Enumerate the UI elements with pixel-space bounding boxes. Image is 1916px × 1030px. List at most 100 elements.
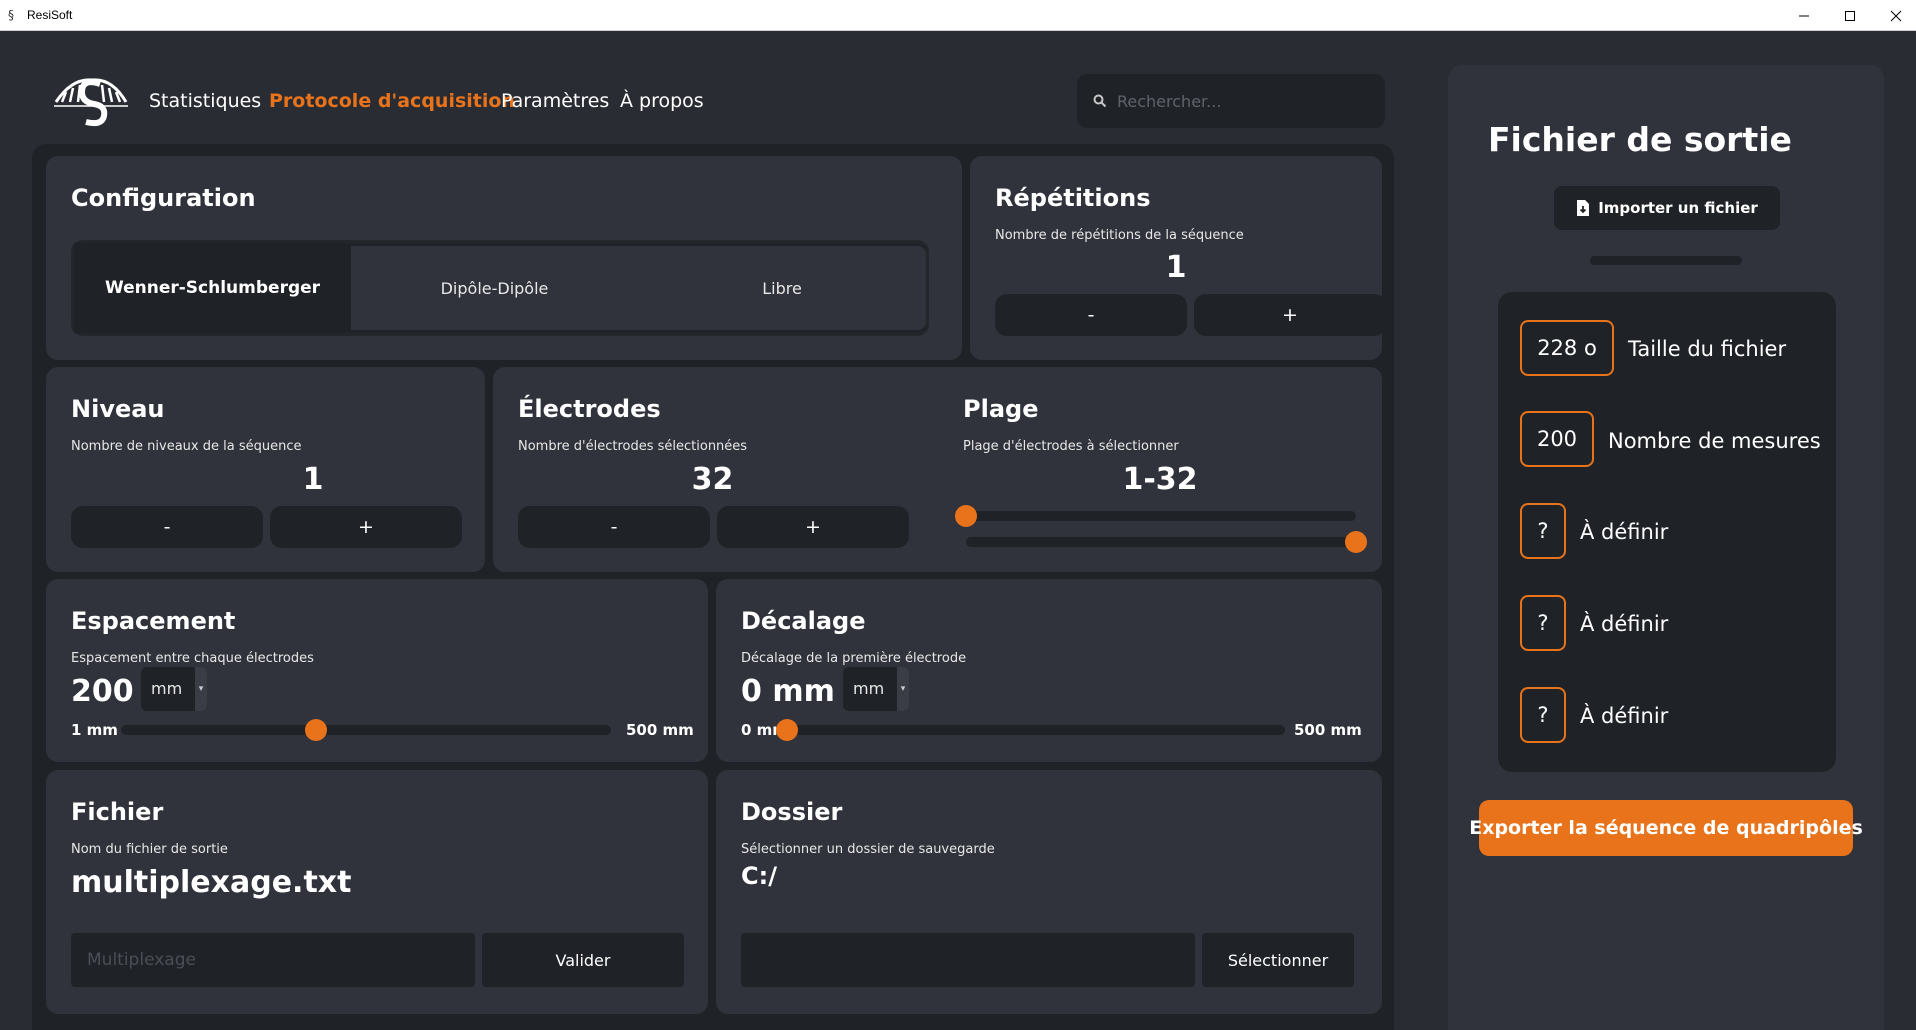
niveau-subtitle: Nombre de niveaux de la séquence xyxy=(71,439,302,454)
electrodes-title: Électrodes xyxy=(518,395,661,423)
decalage-card: Décalage Décalage de la première électro… xyxy=(716,579,1382,762)
selectionner-button[interactable]: Sélectionner xyxy=(1202,933,1354,987)
fichier-title: Fichier xyxy=(71,798,164,826)
electrodes-plus-button[interactable]: + xyxy=(717,506,909,548)
plage-min-slider-thumb[interactable] xyxy=(955,505,977,527)
config-option-libre[interactable]: Libre xyxy=(638,243,926,333)
repetitions-title: Répétitions xyxy=(995,184,1151,212)
nav-parametres[interactable]: Paramètres xyxy=(501,90,609,112)
nav-a-propos[interactable]: À propos xyxy=(620,90,704,112)
decalage-slider-thumb[interactable] xyxy=(776,719,798,741)
plage-card: Plage Plage d'électrodes à sélectionner … xyxy=(938,367,1382,572)
output-stats: 228 o Taille du fichier 200 Nombre de me… xyxy=(1498,292,1836,772)
dossier-value: C:/ xyxy=(741,862,777,890)
valider-button[interactable]: Valider xyxy=(482,933,684,987)
stat-undefined-2-label: À définir xyxy=(1580,612,1669,636)
repetitions-plus-button[interactable]: + xyxy=(1194,294,1386,336)
decalage-title: Décalage xyxy=(741,607,866,635)
plage-title: Plage xyxy=(963,395,1039,423)
stat-file-size-label: Taille du fichier xyxy=(1628,337,1787,361)
stat-measures-label: Nombre de mesures xyxy=(1608,429,1821,453)
maximize-icon xyxy=(1845,10,1855,21)
espacement-title: Espacement xyxy=(71,607,236,635)
config-option-dipole-dipole[interactable]: Dipôle-Dipôle xyxy=(351,243,638,333)
chevron-down-icon: ▾ xyxy=(897,667,909,711)
espacement-slider-thumb[interactable] xyxy=(305,719,328,741)
decalage-max-label: 500 mm xyxy=(1294,721,1362,739)
nav-protocole-acquisition[interactable]: Protocole d'acquisition xyxy=(269,90,515,112)
electrodes-subtitle: Nombre d'électrodes sélectionnées xyxy=(518,439,748,454)
search-input[interactable] xyxy=(1117,84,1367,118)
decalage-unit-select[interactable]: mm ▾ xyxy=(843,667,909,711)
import-file-button[interactable]: Importer un fichier xyxy=(1554,186,1780,230)
stat-undefined-3-value: ? xyxy=(1520,687,1566,743)
espacement-unit-select[interactable]: mm ▾ xyxy=(141,667,207,711)
decalage-value: 0 mm xyxy=(741,674,835,709)
fichier-subtitle: Nom du fichier de sortie xyxy=(71,842,228,857)
search-icon xyxy=(1093,94,1107,108)
decalage-slider-track[interactable] xyxy=(787,725,1285,735)
plage-subtitle: Plage d'électrodes à sélectionner xyxy=(963,439,1179,454)
nav-statistiques[interactable]: Statistiques xyxy=(149,90,261,112)
niveau-minus-button[interactable]: - xyxy=(71,506,263,548)
repetitions-minus-button[interactable]: - xyxy=(995,294,1187,336)
fichier-name-input[interactable] xyxy=(71,933,475,987)
espacement-card: Espacement Espacement entre chaque élect… xyxy=(46,579,708,762)
app-icon: § xyxy=(8,8,14,22)
plage-max-slider-track[interactable] xyxy=(966,537,1356,547)
decalage-unit-value: mm xyxy=(853,679,885,698)
stat-undefined-1-value: ? xyxy=(1520,503,1566,559)
import-file-label: Importer un fichier xyxy=(1598,199,1758,217)
export-sequence-button[interactable]: Exporter la séquence de quadripôles xyxy=(1469,800,1863,856)
configuration-title: Configuration xyxy=(71,184,256,212)
stat-undefined-2-value: ? xyxy=(1520,595,1566,651)
fichier-value: multiplexage.txt xyxy=(71,865,352,900)
plage-min-slider-track[interactable] xyxy=(966,511,1356,521)
maximize-button[interactable] xyxy=(1827,0,1873,31)
minimize-button[interactable] xyxy=(1781,0,1827,31)
espacement-subtitle: Espacement entre chaque électrodes xyxy=(71,651,314,666)
config-option-wenner-schlumberger[interactable]: Wenner-Schlumberger xyxy=(74,243,351,333)
logo-icon xyxy=(54,78,128,127)
decalage-subtitle: Décalage de la première électrode xyxy=(741,651,967,666)
niveau-plus-button[interactable]: + xyxy=(270,506,462,548)
electrodes-minus-button[interactable]: - xyxy=(518,506,710,548)
plage-max-slider-thumb[interactable] xyxy=(1345,531,1367,553)
repetitions-card: Répétitions Nombre de répétitions de la … xyxy=(970,156,1386,360)
close-button[interactable] xyxy=(1873,0,1916,31)
dossier-title: Dossier xyxy=(741,798,843,826)
niveau-value: 1 xyxy=(302,462,324,497)
dossier-path-input[interactable] xyxy=(741,933,1195,987)
window-title: ResiSoft xyxy=(27,8,73,22)
window-titlebar: § ResiSoft xyxy=(0,0,1916,31)
configuration-card: Configuration Wenner-Schlumberger Dipôle… xyxy=(46,156,962,360)
stat-file-size-value: 228 o xyxy=(1520,320,1614,376)
dossier-subtitle: Sélectionner un dossier de sauvegarde xyxy=(741,842,995,857)
espacement-max-label: 500 mm xyxy=(626,721,694,739)
espacement-slider-track[interactable] xyxy=(121,725,611,735)
minimize-icon xyxy=(1799,15,1809,16)
import-progress-bar xyxy=(1590,256,1742,265)
plage-value: 1-32 xyxy=(1122,462,1198,497)
electrodes-card: Électrodes Nombre d'électrodes sélection… xyxy=(493,367,962,572)
dossier-card: Dossier Sélectionner un dossier de sauve… xyxy=(716,770,1382,1014)
stat-measures-value: 200 xyxy=(1520,411,1594,467)
electrodes-value: 32 xyxy=(691,462,734,497)
output-file-panel: Fichier de sortie Importer un fichier 22… xyxy=(1448,65,1884,1030)
stat-undefined-1-label: À définir xyxy=(1580,520,1669,544)
repetitions-subtitle: Nombre de répétitions de la séquence xyxy=(995,228,1244,243)
stat-undefined-3-label: À définir xyxy=(1580,704,1669,728)
app-logo[interactable] xyxy=(52,72,130,130)
chevron-down-icon: ▾ xyxy=(195,667,207,711)
repetitions-value: 1 xyxy=(1165,250,1187,285)
niveau-title: Niveau xyxy=(71,395,165,423)
acquisition-protocol-area: Configuration Wenner-Schlumberger Dipôle… xyxy=(32,144,1394,1030)
search-box[interactable] xyxy=(1077,74,1385,128)
close-icon xyxy=(1890,10,1902,21)
file-import-icon xyxy=(1577,200,1590,216)
output-title: Fichier de sortie xyxy=(1488,120,1792,159)
fichier-card: Fichier Nom du fichier de sortie multipl… xyxy=(46,770,708,1014)
espacement-value: 200 xyxy=(71,674,134,709)
configuration-selector: Wenner-Schlumberger Dipôle-Dipôle Libre xyxy=(71,240,929,336)
niveau-card: Niveau Nombre de niveaux de la séquence … xyxy=(46,367,485,572)
